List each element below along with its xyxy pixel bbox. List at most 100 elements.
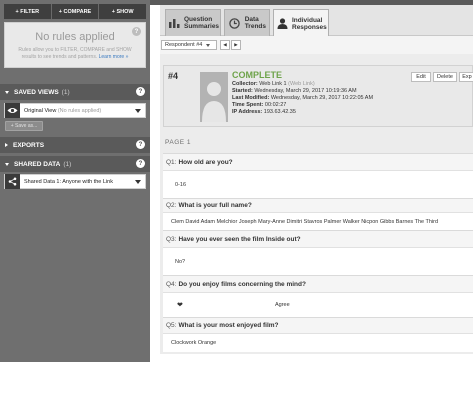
shared-data-select[interactable]: Shared Data 1: Anyone with the Link [4, 174, 146, 189]
question-row: Q5: What is your most enjoyed film? [163, 317, 473, 333]
previous-respondent-button[interactable]: ◀ [220, 40, 230, 50]
ip-label: IP Address: [232, 109, 263, 115]
learn-more-link[interactable]: Learn more » [99, 54, 129, 60]
tab-individual-responses[interactable]: Individual Responses [273, 9, 329, 37]
tab-question-summaries[interactable]: Question Summaries [165, 9, 221, 36]
saved-views-help-icon[interactable]: ? [136, 87, 145, 96]
saved-views-header[interactable]: SAVED VIEWS (1) ? [0, 84, 150, 100]
shared-data-label: Shared Data 1: Anyone with the Link [24, 179, 135, 185]
exports-header[interactable]: EXPORTS ? [0, 137, 150, 153]
rule-buttons: + FILTER + COMPARE + SHOW [4, 4, 146, 19]
response-number: #4 [168, 71, 179, 81]
bar-chart-icon [169, 17, 180, 30]
view-select-label: Original View (No rules applied) [24, 108, 135, 114]
dropdown-caret-icon [135, 108, 141, 113]
tab-label: Question Summaries [184, 16, 219, 30]
collector-note: (Web Link) [288, 81, 315, 87]
tab-label: Data Trends [245, 16, 266, 30]
question-text: How old are you? [178, 158, 233, 166]
started-label: Started: [232, 88, 253, 94]
rules-help-icon[interactable]: ? [132, 27, 141, 36]
respondent-select[interactable]: Respondent #4 [161, 40, 217, 50]
tab-label: Individual Responses [292, 17, 327, 31]
rules-panel: ? No rules applied Rules allow you to FI… [4, 22, 146, 68]
answer-text: Clem David Adam Melchior Joseph Mary-Ann… [171, 218, 439, 225]
question-row: Q3: Have you ever seen the film Inside o… [163, 230, 473, 247]
sidebar: + FILTER + COMPARE + SHOW ? No rules app… [0, 0, 150, 362]
current-view-name: Original View [24, 107, 57, 114]
main-content: #4 COMPLETE Collector: Web Link 1 (Web L… [160, 54, 473, 354]
tab-data-trends[interactable]: Data Trends [224, 9, 270, 36]
arrow-left-icon: ◀ [223, 42, 227, 47]
tab-label-line1: Data [244, 16, 259, 23]
tab-label-line1: Question [184, 16, 213, 23]
ip-row: IP Address: 193.63.42.35 [232, 109, 373, 116]
tab-label-line2: Trends [244, 23, 266, 30]
filter-button[interactable]: + FILTER [4, 4, 52, 19]
tab-label-line1: Individual [292, 16, 323, 24]
modified-value: Wednesday, March 29, 2017 10:22:05 AM [270, 95, 374, 101]
chevron-down-icon [5, 162, 9, 166]
eye-icon [5, 103, 20, 118]
respondent-nav: Respondent #4 ◀ ▶ [160, 36, 473, 54]
question-text: Have you ever seen the film Inside out? [178, 235, 301, 243]
page-label: PAGE 1 [165, 139, 192, 146]
clock-icon [228, 17, 241, 30]
collector-label: Collector: [232, 81, 258, 87]
exports-help-icon[interactable]: ? [136, 140, 145, 149]
chevron-down-icon [5, 90, 9, 94]
arrow-right-icon: ▶ [234, 42, 238, 47]
shared-data-count: (1) [63, 160, 72, 168]
save-as-button[interactable]: + Save as... [5, 121, 43, 131]
time-spent-row: Time Spent: 00:02:27 [232, 102, 373, 109]
answer-text: 0-16 [175, 181, 187, 188]
answer-row: Clockwork Orange [163, 333, 473, 352]
answer-text: No? [175, 258, 186, 265]
response-status: COMPLETE [232, 70, 283, 80]
heart-icon: ❤ [177, 302, 183, 309]
shared-data-item: Shared Data 1: [24, 178, 61, 185]
delete-button[interactable]: Delete [433, 72, 457, 82]
answer-row: 0-16 [163, 170, 473, 198]
question-text: What is your full name? [178, 202, 252, 209]
share-icon [5, 174, 20, 189]
dropdown-caret-icon [135, 179, 141, 184]
question-number: Q5: [166, 322, 177, 329]
saved-views-count: (1) [61, 88, 70, 96]
compare-button[interactable]: + COMPARE [52, 4, 100, 19]
shared-data-item-note: Anyone with the Link [62, 178, 113, 185]
saved-views-title: SAVED VIEWS [14, 88, 59, 96]
shared-data-header[interactable]: SHARED DATA (1) ? [0, 156, 150, 172]
ip-value: 193.63.42.35 [263, 109, 296, 115]
export-button[interactable]: Exp [459, 72, 473, 82]
tab-label-line2: Responses [292, 23, 327, 31]
shared-data-title: SHARED DATA [14, 160, 61, 168]
response-card: #4 COMPLETE Collector: Web Link 1 (Web L… [163, 65, 473, 127]
answer-row: No? [163, 247, 473, 275]
next-respondent-button[interactable]: ▶ [231, 40, 241, 50]
tab-label-line2: Summaries [184, 23, 220, 30]
collector-value: Web Link 1 [259, 81, 287, 87]
response-metadata: Collector: Web Link 1 (Web Link) Started… [232, 81, 373, 116]
view-select[interactable]: Original View (No rules applied) [4, 103, 146, 118]
edit-button[interactable]: Edit [411, 72, 431, 82]
question-row: Q1: How old are you? [163, 153, 473, 170]
tab-bar: Question Summaries Data Trends Individua… [160, 5, 473, 37]
chevron-right-icon [5, 143, 8, 147]
shared-data-help-icon[interactable]: ? [136, 159, 145, 168]
person-icon [277, 17, 288, 30]
rules-description: Rules allow you to FILTER, COMPARE and S… [5, 47, 145, 61]
question-row: Q2: What is your full name? [163, 198, 473, 212]
question-number: Q4: [166, 280, 177, 288]
started-value: Wednesday, March 29, 2017 10:19:36 AM [254, 88, 357, 94]
modified-row: Last Modified: Wednesday, March 29, 2017… [232, 95, 373, 102]
time-spent-label: Time Spent: [232, 102, 264, 108]
question-row: Q4: Do you enjoy films concerning the mi… [163, 275, 473, 292]
question-number: Q3: [166, 235, 177, 243]
time-spent-value: 00:02:27 [264, 102, 287, 108]
current-view-note: (No rules applied) [57, 107, 102, 114]
question-text: Do you enjoy films concerning the mind? [178, 280, 306, 288]
show-button[interactable]: + SHOW [99, 4, 146, 19]
avatar-placeholder-icon [200, 72, 228, 122]
answer-row: Clem David Adam Melchior Joseph Mary-Ann… [163, 212, 473, 230]
